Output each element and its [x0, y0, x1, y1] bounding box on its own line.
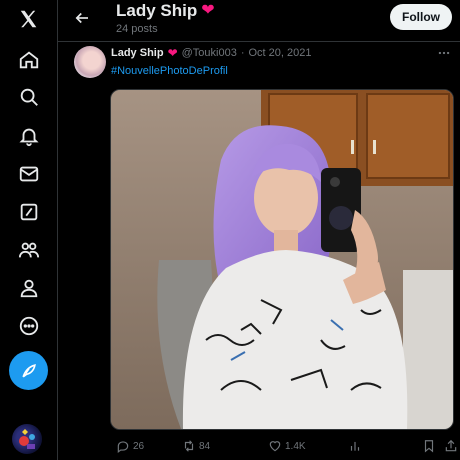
like-count: 1.4K [285, 440, 306, 452]
heart-emoji: ❤ [167, 46, 178, 60]
bookmark-icon [424, 440, 434, 453]
messages-icon[interactable] [14, 159, 44, 189]
x-logo-icon[interactable] [14, 4, 44, 34]
heart-emoji: ❤ [201, 2, 215, 19]
profile-header: Lady Ship ❤ 24 posts Follow [58, 0, 460, 40]
author-name[interactable]: Lady Ship [111, 47, 164, 59]
repost-button[interactable]: 84 [182, 436, 210, 456]
views-icon [350, 441, 360, 451]
share-button[interactable] [444, 436, 458, 456]
grok-icon[interactable] [14, 197, 44, 227]
more-circle-icon[interactable] [14, 311, 44, 341]
account-avatar[interactable] [12, 424, 42, 454]
home-icon[interactable] [14, 45, 44, 75]
reply-count: 26 [133, 440, 145, 452]
more-options-icon[interactable] [434, 44, 454, 62]
author-handle[interactable]: @Touki003 [182, 47, 237, 59]
search-icon[interactable] [14, 82, 44, 112]
page-title-row: Lady Ship ❤ [116, 1, 215, 21]
profile-icon[interactable] [14, 273, 44, 303]
like-button[interactable]: 1.4K [268, 436, 306, 456]
page-title: Lady Ship [116, 1, 198, 20]
sidebar [0, 0, 58, 460]
reply-icon [117, 441, 129, 453]
tweet-actions: 26 84 1.4K [108, 436, 457, 456]
divider [58, 41, 460, 42]
tweet-date[interactable]: Oct 20, 2021 [249, 47, 312, 59]
views-button[interactable] [348, 436, 362, 456]
notifications-icon[interactable] [14, 121, 44, 151]
main-column: Lady Ship ❤ 24 posts Follow Lady Ship ❤ … [58, 0, 460, 460]
tweet-header: Lady Ship ❤ @Touki003 · Oct 20, 2021 [111, 47, 312, 59]
bookmark-button[interactable] [422, 436, 436, 456]
post-button[interactable] [9, 351, 48, 390]
communities-icon[interactable] [14, 235, 44, 265]
tweet-photo[interactable] [110, 89, 454, 430]
repost-icon [184, 440, 194, 452]
separator: · [240, 47, 245, 59]
reply-button[interactable]: 26 [116, 436, 144, 456]
hashtag-link[interactable]: #NouvellePhotoDeProfil [111, 65, 228, 77]
post-count: 24 posts [116, 23, 158, 35]
back-arrow-icon[interactable] [70, 6, 94, 30]
follow-button[interactable]: Follow [390, 4, 452, 30]
author-avatar[interactable] [74, 46, 106, 78]
share-icon [445, 439, 457, 452]
heart-icon [269, 441, 281, 452]
feather-icon [21, 363, 36, 377]
repost-count: 84 [199, 440, 211, 452]
